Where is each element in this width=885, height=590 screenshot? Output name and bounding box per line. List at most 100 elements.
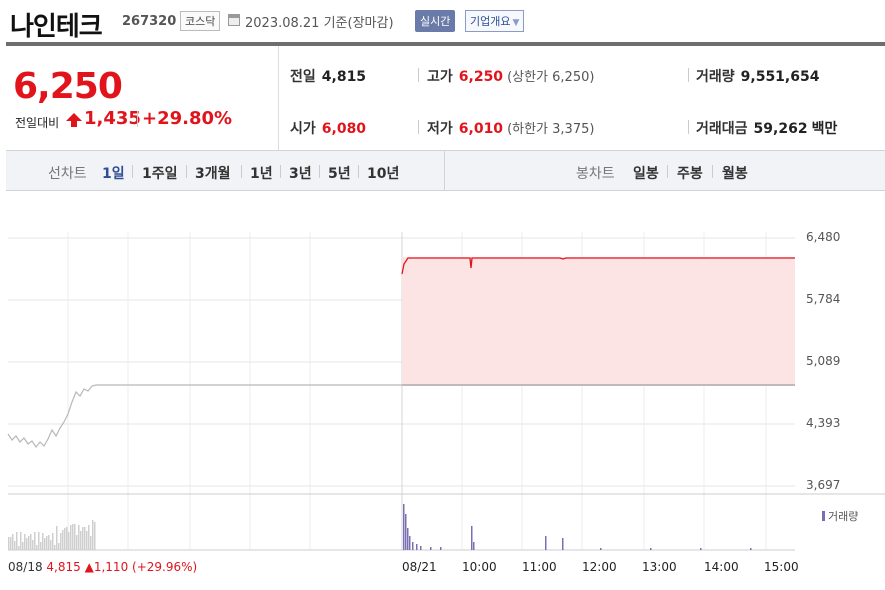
volume-bar bbox=[28, 536, 30, 550]
stat-label: 시가 bbox=[290, 121, 316, 137]
volume-bar bbox=[62, 530, 64, 550]
volume-bar bbox=[52, 533, 54, 550]
upper-limit: (상한가 6,250) bbox=[507, 70, 595, 85]
tab-1week[interactable]: 1주일 bbox=[142, 163, 178, 183]
diff-percent: +29.80% bbox=[142, 108, 233, 129]
volume-bar bbox=[16, 532, 18, 550]
x-tick-label: 14:00 bbox=[704, 560, 739, 574]
realtime-button[interactable]: 실시간 bbox=[415, 10, 456, 32]
chart-tab-bar: 선차트 1일 1주일 3개월 1년 3년 5년 10년 봉차트 일봉 주봉 월봉 bbox=[6, 150, 885, 191]
stat-label: 거래량 bbox=[696, 69, 735, 85]
volume-bar bbox=[420, 546, 422, 550]
volume-bar bbox=[430, 547, 432, 550]
y-tick-label: 5,089 bbox=[806, 354, 841, 368]
volume-bar bbox=[545, 536, 547, 550]
prev-day-date: 08/18 bbox=[8, 560, 43, 574]
x-tick-label: 10:00 bbox=[462, 560, 497, 574]
market-badge: 코스닥 bbox=[180, 11, 221, 31]
volume-bar bbox=[34, 532, 36, 550]
stats-panel: 전일 4,815 고가 6,250 (상한가 6,250) 거래량 9,551,654 … bbox=[280, 46, 885, 150]
diff-label: 전일대비 bbox=[15, 116, 60, 130]
volume-bar bbox=[32, 540, 34, 550]
lower-limit: (하한가 3,375) bbox=[507, 122, 595, 137]
volume-bar bbox=[600, 548, 602, 550]
stat-label: 전일 bbox=[290, 69, 316, 85]
volume-bar bbox=[750, 548, 752, 550]
tab-daily[interactable]: 일봉 bbox=[633, 163, 659, 183]
y-tick-label: 4,393 bbox=[806, 416, 841, 430]
volume-bar bbox=[44, 538, 46, 550]
x-tick-label: 11:00 bbox=[522, 560, 557, 574]
volume-bar bbox=[416, 544, 418, 550]
line-chart-label: 선차트 bbox=[48, 166, 87, 182]
divider bbox=[444, 151, 445, 190]
volume-bar bbox=[68, 532, 70, 550]
price-chart[interactable]: 6,480 5,784 5,089 4,393 3,697 08/18 08/21 10:0… bbox=[0, 192, 885, 590]
volume-bar bbox=[74, 524, 76, 550]
divider bbox=[358, 165, 359, 178]
tab-5year[interactable]: 5년 bbox=[328, 163, 351, 183]
stat-value: 59,262 bbox=[753, 121, 808, 137]
tab-monthly[interactable]: 월봉 bbox=[722, 163, 748, 183]
divider bbox=[132, 165, 133, 178]
volume-bar bbox=[24, 534, 26, 550]
chart-svg bbox=[7, 232, 885, 551]
volume-bar bbox=[86, 531, 88, 550]
tab-10year[interactable]: 10년 bbox=[367, 163, 399, 183]
amount-unit: 백만 bbox=[811, 121, 838, 137]
tab-weekly[interactable]: 주봉 bbox=[677, 163, 703, 183]
today-volume bbox=[403, 504, 752, 550]
x-tick-label: 15:00 bbox=[764, 560, 799, 574]
divider bbox=[667, 165, 668, 178]
tab-3year[interactable]: 3년 bbox=[289, 163, 312, 183]
volume-bar bbox=[562, 538, 564, 550]
x-tick-label: 13:00 bbox=[642, 560, 677, 574]
volume-bar bbox=[94, 522, 96, 550]
volume-bar bbox=[26, 538, 28, 550]
prev-day-volume bbox=[8, 520, 96, 550]
stat-volume: 거래량 9,551,654 bbox=[696, 66, 819, 86]
tab-3month[interactable]: 3개월 bbox=[195, 163, 231, 183]
y-tick-label: 3,697 bbox=[806, 478, 841, 492]
volume-bar bbox=[407, 528, 409, 550]
volume-bar bbox=[48, 535, 50, 550]
stat-high: 고가 6,250 (상한가 6,250) bbox=[427, 66, 594, 86]
date-label: 2023.08.21 기준(장마감) bbox=[245, 12, 394, 31]
date-value: 2023.08.21 bbox=[245, 16, 320, 31]
volume-bar bbox=[92, 520, 94, 550]
prev-change: 1,110 bbox=[93, 560, 129, 574]
volume-bar bbox=[700, 548, 702, 550]
stock-code: 267320 bbox=[122, 14, 177, 29]
volume-bar bbox=[30, 534, 32, 550]
up-triangle-icon: ▲ bbox=[84, 560, 94, 574]
upper-limit-arrow-icon bbox=[66, 113, 82, 127]
chevron-down-icon: ▼ bbox=[512, 18, 520, 28]
divider bbox=[688, 120, 689, 134]
volume-bar bbox=[50, 540, 52, 550]
tab-1day[interactable]: 1일 bbox=[102, 163, 125, 183]
stat-value: 6,250 bbox=[458, 69, 504, 85]
volume-bar bbox=[76, 535, 78, 550]
basis-label: 기준(장마감) bbox=[323, 16, 394, 31]
volume-bar bbox=[64, 528, 66, 550]
volume-bar bbox=[650, 548, 652, 550]
tab-1year[interactable]: 1년 bbox=[250, 163, 273, 183]
company-overview-dropdown[interactable]: 기업개요 ▼ bbox=[465, 10, 525, 32]
volume-bar bbox=[18, 546, 20, 550]
current-price: 6,250 bbox=[13, 66, 123, 107]
volume-bar bbox=[58, 543, 60, 550]
stat-amount: 거래대금 59,262 백만 bbox=[696, 118, 837, 138]
volume-bar bbox=[90, 536, 92, 550]
divider bbox=[418, 68, 419, 82]
calendar-icon bbox=[228, 14, 240, 26]
volume-bar bbox=[42, 533, 44, 550]
volume-bar bbox=[20, 532, 22, 550]
stat-label: 저가 bbox=[427, 121, 453, 137]
stat-label: 거래대금 bbox=[696, 121, 748, 137]
volume-label: 거래량 bbox=[828, 510, 859, 523]
volume-bar bbox=[471, 526, 473, 550]
price-fill-area bbox=[402, 257, 795, 386]
stock-name: 나인테크 bbox=[10, 12, 103, 42]
y-tick-label: 6,480 bbox=[806, 230, 841, 244]
volume-bar bbox=[38, 532, 40, 550]
